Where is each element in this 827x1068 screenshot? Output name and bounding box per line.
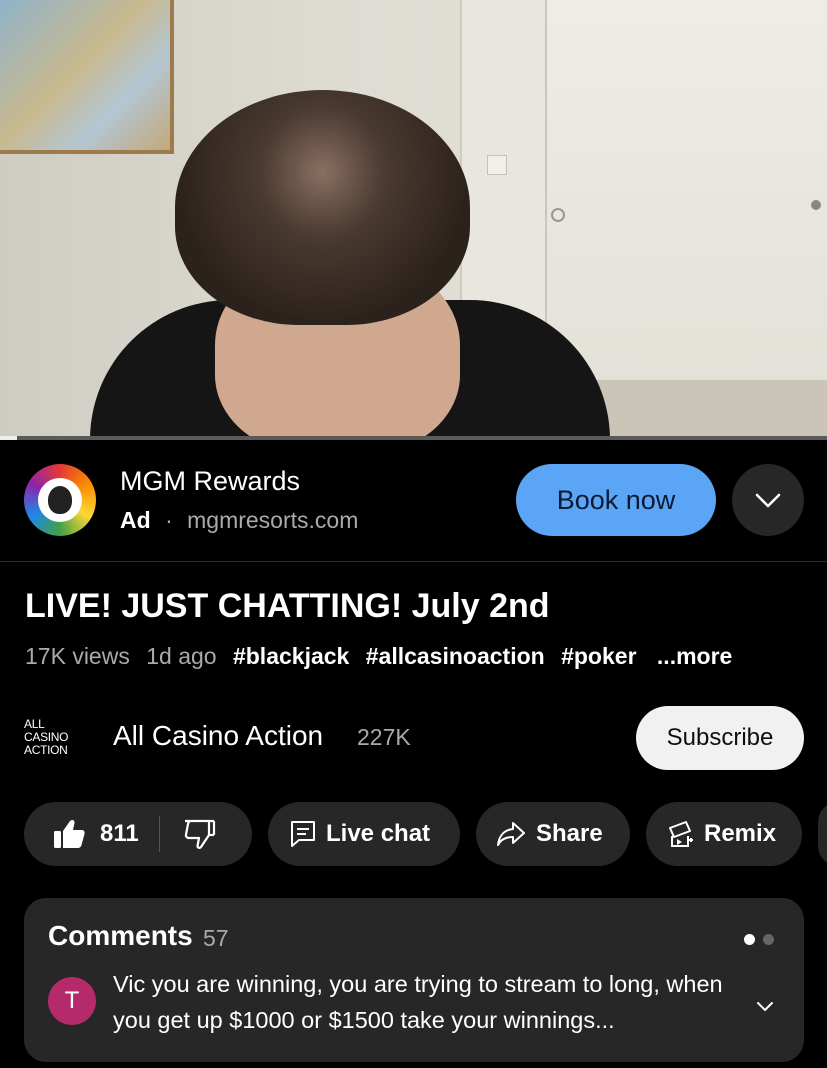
more-link[interactable]: ...more (657, 643, 732, 669)
comments-heading: Comments (48, 920, 193, 951)
door-knob (551, 208, 565, 222)
live-chat-label: Live chat (326, 820, 431, 847)
door (545, 0, 827, 385)
ad-advertiser-name[interactable]: MGM Rewards (120, 466, 300, 497)
share-icon (497, 822, 525, 846)
remix-label: Remix (704, 820, 777, 847)
thumbs-up-icon[interactable] (52, 818, 86, 850)
ad-domain[interactable]: mgmresorts.com (187, 507, 358, 533)
person-hair (175, 90, 470, 325)
ad-logo-center (38, 478, 82, 522)
pager-dot-active (744, 934, 755, 945)
ad-expand-button[interactable] (732, 464, 804, 536)
hashtag[interactable]: #blackjack (233, 643, 349, 669)
mgm-lion-icon[interactable] (24, 464, 96, 536)
remix-icon (669, 821, 693, 847)
like-divider (158, 816, 160, 852)
video-meta[interactable]: 17K views 1d ago #blackjack #allcasinoac… (25, 643, 742, 670)
ad-separator: · (165, 507, 173, 533)
share-label: Share (536, 820, 603, 847)
channel-logo-line: ACTION (24, 743, 68, 757)
subscribe-button[interactable]: Subscribe (636, 706, 804, 770)
remix-button[interactable]: Remix (646, 802, 802, 866)
light-switch (487, 155, 507, 175)
thumbs-down-icon[interactable] (182, 818, 216, 850)
channel-name[interactable]: All Casino Action (113, 720, 323, 752)
upload-age: 1d ago (146, 643, 217, 669)
hashtag[interactable]: #poker (561, 643, 636, 669)
book-now-button[interactable]: Book now (516, 464, 716, 536)
comments-count: 57 (203, 925, 229, 951)
door-knob (811, 200, 821, 210)
live-chat-button[interactable]: Live chat (268, 802, 460, 866)
video-progress-bar[interactable] (0, 436, 827, 440)
lion-head (48, 486, 72, 514)
channel-avatar[interactable]: ALL CASINO ACTION (24, 718, 88, 758)
like-count[interactable]: 811 (100, 820, 139, 848)
video-player[interactable] (0, 0, 827, 440)
view-count: 17K views (25, 643, 130, 669)
comments-pager (744, 934, 774, 945)
ad-subtitle: Ad · mgmresorts.com (120, 507, 358, 534)
chevron-down-icon (755, 493, 781, 508)
ad-badge: Ad (120, 507, 151, 533)
like-dislike-group: 811 (24, 802, 252, 866)
live-chat-icon (291, 821, 315, 847)
commenter-avatar: T (48, 977, 96, 1025)
subscriber-count: 227K (357, 724, 411, 750)
pager-dot (763, 934, 774, 945)
top-comment-text[interactable]: Vic you are winning, you are trying to s… (113, 966, 733, 1038)
wall-map (0, 0, 174, 154)
share-button[interactable]: Share (476, 802, 630, 866)
video-progress-fill (0, 436, 17, 440)
more-actions-button[interactable] (818, 802, 827, 866)
chevron-down-icon[interactable] (755, 996, 775, 1016)
hashtag[interactable]: #allcasinoaction (366, 643, 545, 669)
video-title[interactable]: LIVE! JUST CHATTING! July 2nd (25, 587, 550, 626)
